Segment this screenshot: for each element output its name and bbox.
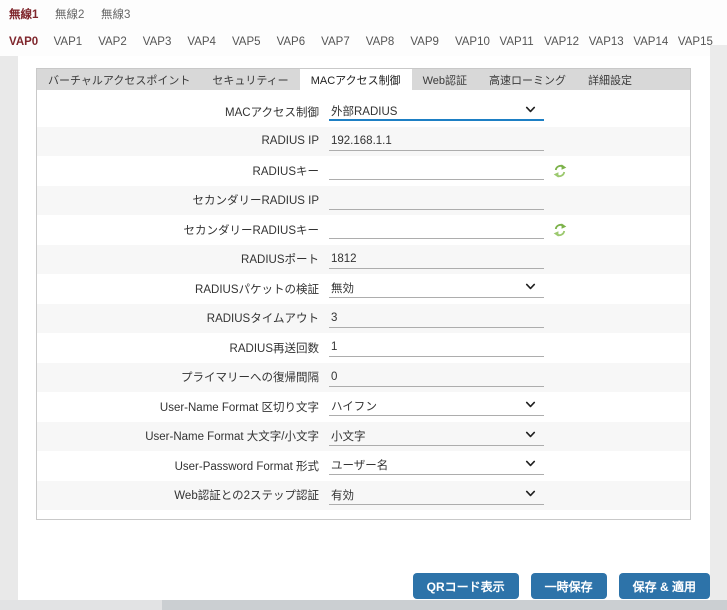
text-field[interactable]: 192.168.1.1 <box>329 132 544 151</box>
field-label: User-Name Format 区切り文字 <box>37 399 329 415</box>
vap-tab-12[interactable]: VAP12 <box>544 36 589 48</box>
temp-save-button[interactable]: 一時保存 <box>531 573 607 599</box>
form-row: MACアクセス制御 外部RADIUS <box>37 97 690 127</box>
action-button-bar: QRコード表示一時保存保存 & 適用 <box>413 573 710 599</box>
text-field[interactable]: 1 <box>329 338 544 357</box>
vap-tab-11[interactable]: VAP11 <box>500 36 545 48</box>
vap-tab-3[interactable]: VAP3 <box>143 36 188 48</box>
chevron-down-icon <box>525 486 536 504</box>
settings-tab-4[interactable]: 高速ローミング <box>478 69 577 90</box>
vap-tab-2[interactable]: VAP2 <box>98 36 143 48</box>
chevron-down-icon <box>525 456 536 474</box>
select-field[interactable]: 小文字 <box>329 427 544 446</box>
vap-tab-7[interactable]: VAP7 <box>321 36 366 48</box>
form-row: セカンダリーRADIUSキー <box>37 215 690 245</box>
field-label: セカンダリーRADIUS IP <box>37 192 329 208</box>
chevron-down-icon <box>525 427 536 445</box>
vap-tab-4[interactable]: VAP4 <box>187 36 232 48</box>
select-field[interactable]: 無効 <box>329 279 544 298</box>
vap-tab-row: VAP0VAP1VAP2VAP3VAP4VAP5VAP6VAP7VAP8VAP9… <box>0 28 727 56</box>
field-value: ハイフン <box>329 398 377 414</box>
text-field[interactable]: 3 <box>329 309 544 328</box>
settings-tab-3[interactable]: Web認証 <box>412 69 478 90</box>
text-field[interactable]: 0 <box>329 368 544 387</box>
vap-tab-0[interactable]: VAP0 <box>9 36 54 48</box>
settings-tab-bar: バーチャルアクセスポイントセキュリティーMACアクセス制御Web認証高速ローミン… <box>37 69 690 90</box>
settings-form: MACアクセス制御 外部RADIUS RADIUS IP 192.168.1.1 <box>37 90 690 510</box>
chevron-down-icon <box>525 397 536 415</box>
settings-tab-2[interactable]: MACアクセス制御 <box>300 69 412 90</box>
vap-tab-14[interactable]: VAP14 <box>633 36 678 48</box>
horizontal-scrollbar[interactable] <box>0 600 727 610</box>
field-value: 外部RADIUS <box>329 103 397 119</box>
field-label: RADIUSタイムアウト <box>37 310 329 326</box>
vap-tab-9[interactable]: VAP9 <box>410 36 455 48</box>
field-value: 0 <box>329 371 337 383</box>
settings-tab-5[interactable]: 詳細設定 <box>577 69 643 90</box>
select-field[interactable]: ハイフン <box>329 397 544 416</box>
form-row: プライマリーへの復帰間隔 0 <box>37 363 690 393</box>
field-value: 1812 <box>329 253 357 265</box>
field-value: 有効 <box>329 487 354 503</box>
settings-tab-0[interactable]: バーチャルアクセスポイント <box>37 69 201 90</box>
field-label: User-Password Format 形式 <box>37 458 329 474</box>
form-row: RADIUS再送回数 1 <box>37 333 690 363</box>
wireless-tab-3[interactable]: 無線3 <box>101 6 147 22</box>
field-label: User-Name Format 大文字/小文字 <box>37 428 329 444</box>
field-label: Web認証との2ステップ認証 <box>37 487 329 503</box>
vap-tab-5[interactable]: VAP5 <box>232 36 277 48</box>
text-field[interactable] <box>329 220 544 239</box>
form-row: RADIUS IP 192.168.1.1 <box>37 127 690 157</box>
field-value: 192.168.1.1 <box>329 135 392 147</box>
settings-tab-1[interactable]: セキュリティー <box>201 69 299 90</box>
field-value: 小文字 <box>329 428 366 444</box>
vap-tab-13[interactable]: VAP13 <box>589 36 634 48</box>
form-row: RADIUSタイムアウト 3 <box>37 304 690 334</box>
field-label: RADIUS IP <box>37 135 329 147</box>
field-label: RADIUSパケットの検証 <box>37 281 329 297</box>
refresh-icon[interactable] <box>553 223 567 237</box>
field-label: プライマリーへの復帰間隔 <box>37 369 329 385</box>
right-gutter <box>710 45 727 600</box>
vap-tab-10[interactable]: VAP10 <box>455 36 500 48</box>
form-row: User-Name Format 大文字/小文字 小文字 <box>37 422 690 452</box>
select-field[interactable]: 有効 <box>329 486 544 505</box>
form-row: Web認証との2ステップ認証 有効 <box>37 481 690 511</box>
form-row: User-Password Format 形式 ユーザー名 <box>37 451 690 481</box>
wireless-tab-1[interactable]: 無線1 <box>9 6 55 22</box>
text-field[interactable] <box>329 191 544 210</box>
wireless-tab-row: 無線1無線2無線3 <box>0 0 727 28</box>
field-label: セカンダリーRADIUSキー <box>37 222 329 238</box>
field-label: RADIUSポート <box>37 251 329 267</box>
field-value: ユーザー名 <box>329 457 388 473</box>
field-value: 1 <box>329 341 337 353</box>
refresh-icon[interactable] <box>553 164 567 178</box>
content-card: バーチャルアクセスポイントセキュリティーMACアクセス制御Web認証高速ローミン… <box>18 56 710 610</box>
vap-tab-6[interactable]: VAP6 <box>277 36 322 48</box>
chevron-down-icon <box>525 102 536 120</box>
form-row: User-Name Format 区切り文字 ハイフン <box>37 392 690 422</box>
field-label: MACアクセス制御 <box>37 104 329 120</box>
chevron-down-icon <box>525 279 536 297</box>
qr-code-button[interactable]: QRコード表示 <box>413 573 519 599</box>
field-value: 3 <box>329 312 337 324</box>
settings-panel: バーチャルアクセスポイントセキュリティーMACアクセス制御Web認証高速ローミン… <box>36 68 691 520</box>
field-value: 無効 <box>329 280 354 296</box>
select-field[interactable]: ユーザー名 <box>329 456 544 475</box>
wireless-tab-2[interactable]: 無線2 <box>55 6 101 22</box>
form-row: セカンダリーRADIUS IP <box>37 186 690 216</box>
select-field[interactable]: 外部RADIUS <box>329 102 544 121</box>
field-label: RADIUSキー <box>37 163 329 179</box>
text-field[interactable] <box>329 161 544 180</box>
form-row: RADIUSポート 1812 <box>37 245 690 275</box>
text-field[interactable]: 1812 <box>329 250 544 269</box>
scrollbar-thumb[interactable] <box>0 600 162 610</box>
top-tabs-area: 無線1無線2無線3 VAP0VAP1VAP2VAP3VAP4VAP5VAP6VA… <box>0 0 727 56</box>
field-label: RADIUS再送回数 <box>37 340 329 356</box>
form-row: RADIUSキー <box>37 156 690 186</box>
vap-tab-1[interactable]: VAP1 <box>54 36 99 48</box>
vap-tab-8[interactable]: VAP8 <box>366 36 411 48</box>
save-apply-button[interactable]: 保存 & 適用 <box>619 573 710 599</box>
form-row: RADIUSパケットの検証 無効 <box>37 274 690 304</box>
